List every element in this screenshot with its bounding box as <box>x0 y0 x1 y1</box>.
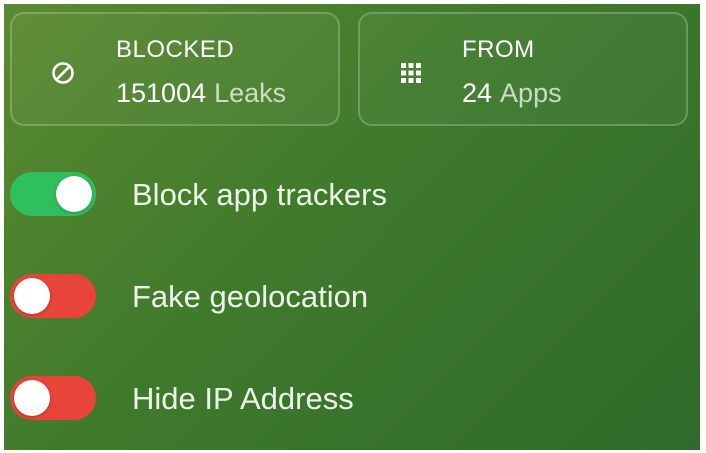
from-value: 24 Apps <box>462 78 562 109</box>
from-unit: Apps <box>500 78 562 108</box>
block-app-trackers-switch[interactable] <box>10 172 96 216</box>
blocked-leaks-card[interactable]: BLOCKED 151004 Leaks <box>10 12 340 126</box>
toggle-row-hide-ip-address[interactable]: Hide IP Address <box>4 368 700 428</box>
switch-knob <box>14 380 50 416</box>
switch-knob <box>14 278 50 314</box>
blocked-unit: Leaks <box>214 78 287 108</box>
fake-geolocation-label: Fake geolocation <box>132 279 369 314</box>
fake-geolocation-switch[interactable] <box>10 274 96 318</box>
hide-ip-address-label: Hide IP Address <box>132 381 354 416</box>
toggle-row-fake-geolocation[interactable]: Fake geolocation <box>4 266 700 326</box>
hide-ip-address-switch[interactable] <box>10 376 96 420</box>
blocked-value: 151004 Leaks <box>116 78 286 109</box>
block-app-trackers-label: Block app trackers <box>132 177 387 212</box>
privacy-panel: BLOCKED 151004 Leaks FROM 24 Apps Block ap… <box>4 4 700 450</box>
from-apps-card[interactable]: FROM 24 Apps <box>358 12 688 126</box>
from-count: 24 <box>462 78 493 108</box>
from-title: FROM <box>462 36 535 63</box>
block-icon <box>52 62 74 84</box>
switch-knob <box>56 176 92 212</box>
blocked-count: 151004 <box>116 78 207 108</box>
blocked-title: BLOCKED <box>116 36 235 63</box>
apps-grid-icon <box>401 63 421 83</box>
toggle-row-block-app-trackers[interactable]: Block app trackers <box>4 164 700 224</box>
